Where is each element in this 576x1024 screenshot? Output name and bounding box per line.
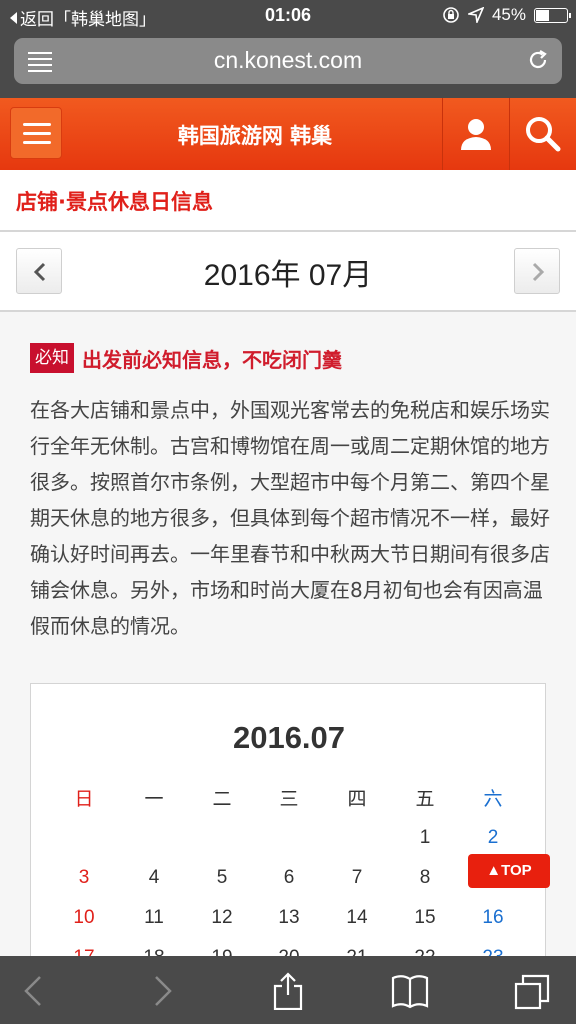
notice-body: 在各大店铺和景点中，外国观光客常去的免税店和娱乐场实行全年无休制。古宫和博物馆在…	[30, 398, 550, 638]
calendar-day[interactable]: 12	[192, 907, 252, 929]
battery-icon	[534, 7, 571, 23]
share-icon[interactable]	[268, 972, 308, 1010]
calendar-day[interactable]: 11	[124, 907, 184, 929]
chevron-right-icon	[532, 262, 545, 282]
weekday-header: 五	[415, 789, 435, 810]
current-month: 2016年 07月	[203, 259, 373, 292]
weekday-header: 二	[212, 789, 232, 810]
calendar-day[interactable]: 10	[54, 907, 114, 929]
calendar-day[interactable]: 14	[327, 907, 387, 929]
calendar-day[interactable]: 4	[124, 867, 184, 889]
account-button[interactable]	[443, 98, 509, 170]
calendar-day[interactable]: 2	[463, 827, 523, 849]
browser-bottom-toolbar	[0, 956, 576, 1024]
back-icon[interactable]	[14, 972, 54, 1010]
calendar-day[interactable]: 5	[192, 867, 252, 889]
weekday-header: 四	[347, 789, 367, 810]
weekday-header: 三	[279, 789, 299, 810]
search-button[interactable]	[510, 98, 576, 170]
calendar-day[interactable]: 15	[395, 907, 455, 929]
reload-icon[interactable]	[526, 48, 550, 72]
scroll-top-button[interactable]: ▲TOP	[468, 854, 550, 888]
search-icon	[526, 117, 561, 152]
weekday-header: 日	[74, 789, 94, 810]
location-arrow-icon	[467, 7, 484, 23]
battery-percent: 45%	[491, 5, 526, 24]
calendar-day[interactable]: 3	[54, 867, 114, 889]
hamburger-icon	[23, 123, 51, 150]
forward-icon[interactable]	[142, 972, 182, 1010]
calendar-day[interactable]: 1	[395, 827, 455, 849]
calendar-day[interactable]: 13	[259, 907, 319, 929]
calendar-title: 2016.07	[232, 720, 346, 755]
address-bar[interactable]: cn.konest.com	[14, 38, 562, 84]
calendar: 2016.07 日一二三四五六1234567891011121314151617…	[30, 683, 546, 983]
menu-button[interactable]	[10, 107, 62, 159]
status-bar: 返回「韩巢地图」 01:06 45%	[0, 0, 576, 32]
calendar-day[interactable]: 7	[327, 867, 387, 889]
bookmarks-icon[interactable]	[390, 972, 430, 1010]
orientation-lock-icon	[443, 7, 459, 23]
url-text: cn.konest.com	[213, 47, 363, 73]
weekday-header: 一	[144, 789, 164, 810]
site-header: 韩国旅游网 韩巢	[0, 98, 576, 170]
divider	[0, 230, 576, 232]
site-title[interactable]: 韩国旅游网 韩巢	[70, 120, 440, 150]
calendar-day[interactable]: 16	[463, 907, 523, 929]
next-month-button[interactable]	[514, 248, 560, 294]
tabs-icon[interactable]	[512, 972, 552, 1010]
page-title: 店铺·景点休息日信息	[16, 190, 213, 214]
weekday-header: 六	[483, 789, 503, 810]
notice-title: 出发前必知信息，不吃闭门羹	[82, 348, 342, 372]
user-icon	[461, 119, 491, 150]
calendar-day[interactable]: 8	[395, 867, 455, 889]
calendar-day[interactable]: 6	[259, 867, 319, 889]
notice-badge: 必知	[30, 343, 74, 373]
browser-toolbar: cn.konest.com	[0, 32, 576, 98]
